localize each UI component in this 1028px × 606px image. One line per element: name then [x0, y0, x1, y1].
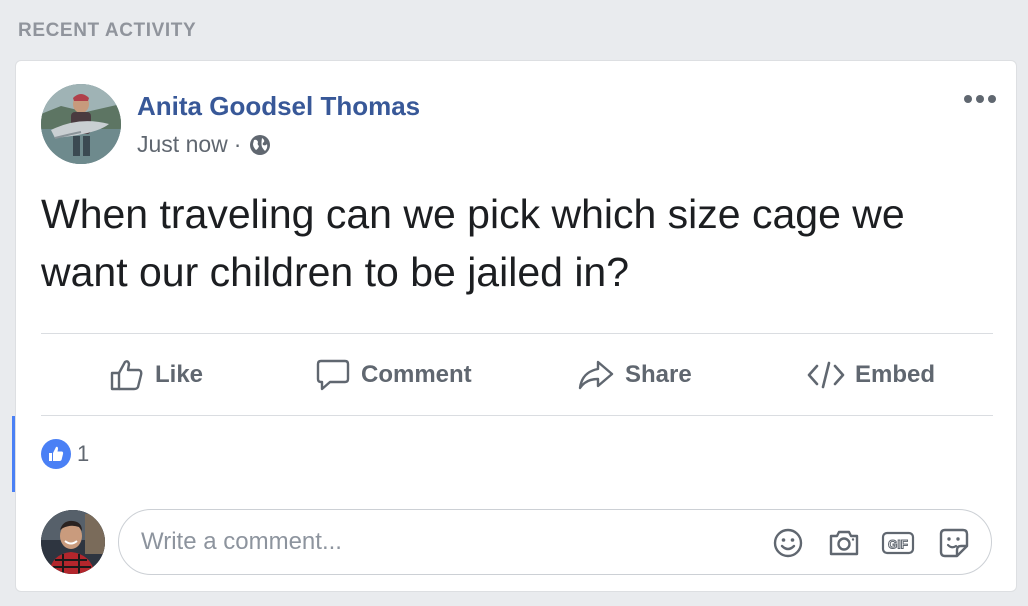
post-card: Anita Goodsel Thomas Just now · When tra… — [15, 60, 1017, 592]
section-title: RECENT ACTIVITY — [18, 20, 197, 41]
embed-button[interactable]: Embed — [807, 334, 935, 416]
comment-label: Comment — [361, 361, 472, 388]
speech-bubble-icon — [315, 358, 351, 392]
like-button[interactable]: Like — [109, 334, 203, 416]
embed-label: Embed — [855, 361, 936, 388]
camera-icon[interactable] — [827, 526, 861, 560]
current-user-avatar[interactable] — [41, 510, 105, 574]
thumbs-up-icon — [41, 439, 71, 469]
svg-text:GIF: GIF — [888, 538, 908, 552]
post-meta: Just now · — [137, 131, 271, 158]
code-brackets-icon — [807, 360, 845, 390]
share-arrow-icon — [577, 358, 615, 392]
share-button[interactable]: Share — [577, 334, 692, 416]
post-timestamp[interactable]: Just now — [137, 131, 228, 158]
emoji-icon[interactable] — [771, 526, 805, 560]
comment-composer: GIF — [118, 509, 992, 575]
thumbs-up-outline-icon — [109, 358, 145, 392]
comment-input[interactable] — [141, 510, 741, 574]
sticker-icon[interactable] — [937, 526, 971, 560]
author-name-link[interactable]: Anita Goodsel Thomas — [137, 91, 420, 122]
reactions-summary[interactable]: 1 — [41, 439, 89, 469]
post-actions: Like Comment Share Embed — [41, 334, 993, 416]
like-label: Like — [155, 361, 204, 388]
reaction-count: 1 — [77, 441, 90, 466]
divider-bottom — [41, 415, 993, 416]
globe-icon[interactable] — [249, 134, 271, 156]
gif-icon[interactable]: GIF — [881, 526, 915, 560]
comment-button[interactable]: Comment — [315, 334, 472, 416]
post-body-text: When traveling can we pick which size ca… — [41, 191, 905, 295]
share-label: Share — [625, 361, 692, 388]
author-avatar[interactable] — [41, 84, 121, 164]
meta-separator: · — [233, 131, 242, 157]
more-dots-icon[interactable] — [962, 87, 998, 111]
